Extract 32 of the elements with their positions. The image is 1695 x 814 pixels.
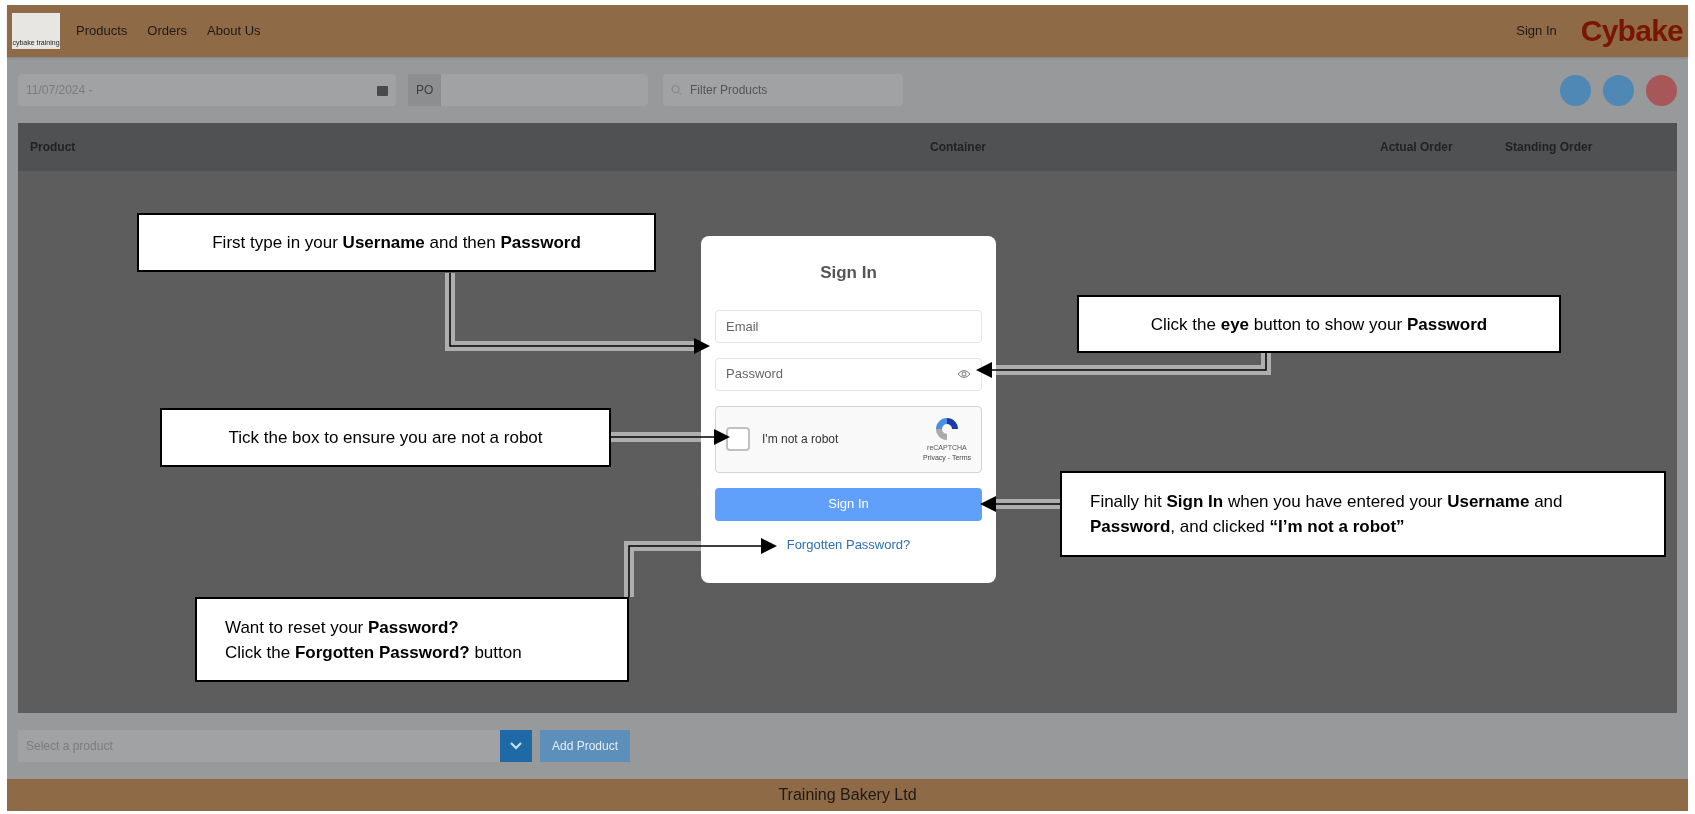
password-field[interactable]: Password [715, 357, 982, 391]
eye-icon[interactable] [957, 369, 971, 379]
dialog-title: Sign In [820, 262, 877, 284]
sign-in-link[interactable]: Sign In [1516, 21, 1557, 41]
brand-logo: Cybake [1580, 16, 1683, 46]
callout-text: Click the eye button to show your Password [1150, 313, 1488, 336]
search-icon [671, 84, 682, 96]
cancel-button[interactable] [1646, 74, 1677, 106]
callout-text: Tick the box to ensure you are not a robot [228, 427, 543, 449]
forgot-password-link[interactable]: Forgotten Password? [786, 534, 911, 554]
captcha-label: I'm not a robot [762, 431, 840, 448]
po-label: PO [408, 74, 442, 106]
action-button[interactable] [1560, 74, 1591, 106]
chevron-icon [510, 742, 522, 750]
nav-link[interactable]: Products [76, 21, 128, 41]
captcha-checkbox[interactable] [726, 427, 750, 451]
sign-in-button[interactable]: Sign In [715, 487, 982, 521]
company-name: Training Bakery Ltd [778, 785, 917, 805]
filter-field[interactable]: Filter Products [663, 74, 903, 106]
callout-text: First type in your Username and then Password [212, 232, 581, 254]
nav-link[interactable]: About Us [207, 21, 261, 41]
nav-link[interactable]: Orders [147, 21, 188, 41]
callout-text: Want to reset your Password? [225, 616, 460, 639]
action-button[interactable] [1603, 74, 1634, 106]
email-field[interactable]: Email [715, 309, 982, 343]
add-product-button[interactable]: Add Product [540, 730, 631, 762]
calendar-icon [377, 84, 388, 96]
callout-text: Click the Forgotten Password? button [225, 641, 523, 664]
dropdown-button[interactable] [500, 730, 532, 762]
callout-text: Finally hit Sign In when you have entered your Username and Password, and clicked “I’m not a robot” [1090, 491, 1564, 538]
password-input[interactable]: Password [726, 364, 957, 384]
filter-input[interactable]: Filter Products [690, 81, 895, 99]
